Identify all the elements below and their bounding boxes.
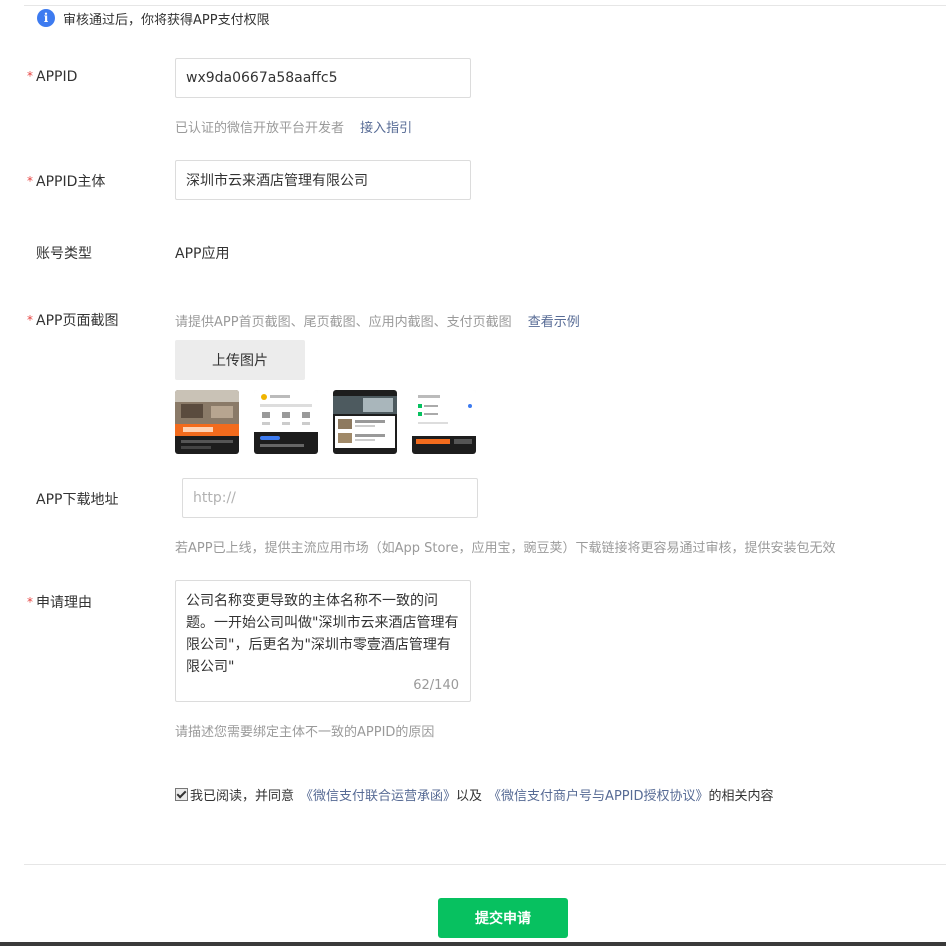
bottom-divider bbox=[24, 864, 946, 865]
view-example-link[interactable]: 查看示例 bbox=[528, 315, 580, 330]
info-icon: i bbox=[37, 9, 55, 27]
appid-authorization-agreement-link[interactable]: 《微信支付商户号与APPID授权协议》 bbox=[488, 785, 708, 804]
screenshot-thumbnail[interactable] bbox=[254, 390, 318, 454]
appid-subject-label: * APPID主体 bbox=[27, 174, 106, 190]
integration-guide-link[interactable]: 接入指引 bbox=[360, 121, 412, 136]
account-type-label: 账号类型 bbox=[36, 246, 92, 262]
required-marker: * bbox=[27, 313, 33, 327]
screenshots-hint: 请提供APP首页截图、尾页截图、应用内截图、支付页截图 查看示例 bbox=[175, 315, 580, 330]
required-marker: * bbox=[27, 174, 33, 188]
notice-text: 审核通过后，你将获得APP支付权限 bbox=[63, 12, 270, 28]
required-marker: * bbox=[27, 69, 33, 83]
download-url-label: APP下载地址 bbox=[36, 492, 119, 508]
upload-image-button[interactable]: 上传图片 bbox=[175, 340, 305, 380]
appid-label: * APPID bbox=[27, 69, 78, 85]
reason-label: * 申请理由 bbox=[27, 595, 92, 611]
submit-application-button[interactable]: 提交申请 bbox=[438, 898, 568, 938]
agree-checkbox[interactable] bbox=[175, 788, 188, 801]
appid-input[interactable] bbox=[175, 58, 471, 98]
reason-textarea[interactable]: 公司名称变更导致的主体名称不一致的问题。一开始公司叫做"深圳市云来酒店管理有限公… bbox=[175, 580, 471, 702]
appid-subject-input[interactable] bbox=[175, 160, 471, 200]
top-divider bbox=[24, 5, 946, 6]
agreement-row: 我已阅读，并同意 《微信支付联合运营承函》 以及 《微信支付商户号与APPID授… bbox=[175, 785, 773, 804]
account-type-value: APP应用 bbox=[175, 246, 230, 262]
joint-operation-letter-link[interactable]: 《微信支付联合运营承函》 bbox=[300, 785, 456, 804]
screenshot-thumbnail[interactable] bbox=[412, 390, 476, 454]
reason-text[interactable]: 公司名称变更导致的主体名称不一致的问题。一开始公司叫做"深圳市云来酒店管理有限公… bbox=[186, 590, 460, 678]
screenshot-thumbnail[interactable] bbox=[333, 390, 397, 454]
screenshots-label: * APP页面截图 bbox=[27, 313, 119, 329]
screenshot-thumbnails bbox=[175, 390, 476, 454]
appid-hint: 已认证的微信开放平台开发者 接入指引 bbox=[175, 121, 413, 136]
reason-hint: 请描述您需要绑定主体不一致的APPID的原因 bbox=[175, 725, 435, 740]
screenshot-thumbnail[interactable] bbox=[175, 390, 239, 454]
download-url-hint: 若APP已上线，提供主流应用市场（如App Store，应用宝，豌豆荚）下载链接… bbox=[175, 541, 836, 556]
required-marker: * bbox=[27, 595, 33, 609]
window-bottom-bar bbox=[0, 942, 946, 946]
info-notice: i 审核通过后，你将获得APP支付权限 bbox=[37, 8, 270, 28]
download-url-input[interactable] bbox=[182, 478, 478, 518]
char-counter: 62/140 bbox=[413, 678, 459, 693]
